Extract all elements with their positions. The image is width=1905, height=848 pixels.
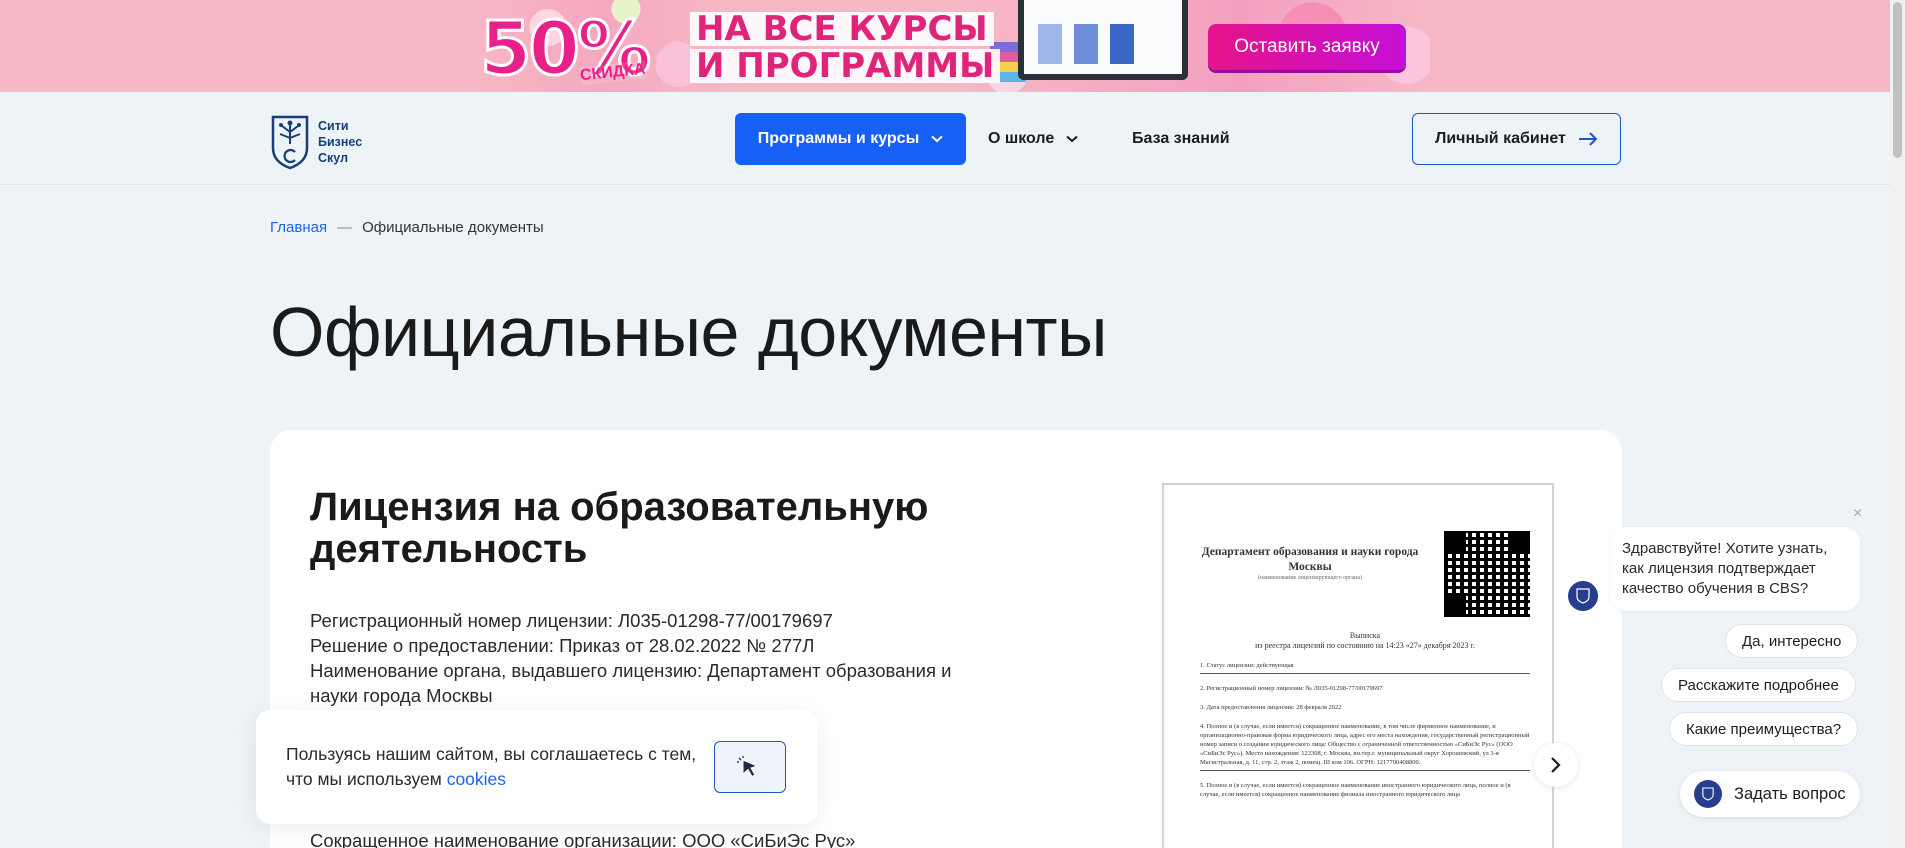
page-title: Официальные документы <box>270 293 1107 371</box>
chat-close-button[interactable]: × <box>1853 505 1862 523</box>
promo-line-1: НА ВСЕ КУРСЫ <box>690 12 994 46</box>
cookie-text: Пользуясь нашим сайтом, вы соглашаетесь … <box>286 744 697 789</box>
doc-item: 2. Регистрационный номер лицензии: № Л03… <box>1200 685 1383 692</box>
promo-cta-button[interactable]: Оставить заявку <box>1208 24 1406 70</box>
chevron-right-icon <box>1551 757 1561 773</box>
chat-greeting-bubble: Здравствуйте! Хотите узнать, как лицензи… <box>1610 527 1860 611</box>
chevron-down-icon <box>931 135 943 143</box>
cookie-notice: Пользуясь нашим сайтом, вы соглашаетесь … <box>256 710 818 824</box>
doc-subtitle: Выписка из реестра лицензий по состоянию… <box>1255 631 1475 650</box>
doc-rule <box>1200 673 1530 674</box>
site-header: Сити Бизнес Скул Программы и курсы О шко… <box>0 92 1890 185</box>
chat-bot-avatar <box>1568 581 1598 611</box>
license-document-preview[interactable]: Департамент образования и науки города М… <box>1162 483 1554 848</box>
breadcrumb: Главная — Официальные документы <box>270 219 544 236</box>
license-info-line: Решение о предоставлении: Приказ от 28.0… <box>310 635 815 656</box>
promo-banner[interactable]: 50% СКИДКА НА ВСЕ КУРСЫ И ПРОГРАММЫ Оста… <box>0 0 1890 92</box>
breadcrumb-current: Официальные документы <box>362 219 544 236</box>
nav-programs-button[interactable]: Программы и курсы <box>735 113 966 165</box>
doc-rule <box>1200 770 1530 771</box>
license-org-short-name: Сокращенное наименование организации: ОО… <box>310 830 856 848</box>
chat-logo-icon <box>1694 780 1722 808</box>
qr-code-image <box>1444 531 1530 617</box>
nav-school-link[interactable]: О школе <box>988 113 1078 165</box>
logo-text: Сити Бизнес Скул <box>318 119 363 165</box>
shield-icon <box>1576 588 1590 604</box>
chevron-down-icon <box>1066 135 1078 143</box>
doc-item: 5. Полное и (в случае, если имеется) сок… <box>1200 782 1511 798</box>
arrow-right-icon <box>1578 132 1598 146</box>
license-info-line: Наименование органа, выдавшего лицензию:… <box>310 660 952 706</box>
license-info-line: Регистрационный номер лицензии: Л035-012… <box>310 610 833 631</box>
promo-line-2: И ПРОГРАММЫ <box>690 49 1001 83</box>
promo-headline: НА ВСЕ КУРСЫ И ПРОГРАММЫ <box>690 12 1001 86</box>
nav-knowledge-link[interactable]: База знаний <box>1132 113 1230 165</box>
doc-heading-note: (наименование лицензирующего органа) <box>1257 575 1363 581</box>
chat-chip-yes[interactable]: Да, интересно <box>1725 624 1859 658</box>
chat-ask-question-button[interactable]: Задать вопрос <box>1680 771 1860 817</box>
page-scrollbar[interactable] <box>1890 0 1905 848</box>
cookies-link[interactable]: cookies <box>447 769 506 789</box>
promo-laptop-image <box>1018 0 1188 80</box>
doc-item: 4. Полное и (в случае, если имеется) сок… <box>1200 723 1530 766</box>
license-info: Регистрационный номер лицензии: Л035-012… <box>310 608 970 708</box>
logo-shield-icon <box>271 115 309 170</box>
doc-item: 3. Дата предоставления лицензии: 28 февр… <box>1200 704 1342 711</box>
license-title: Лицензия на образовательную деятельность <box>310 485 929 571</box>
chat-chip-benefits[interactable]: Какие преимущества? <box>1669 712 1859 746</box>
scrollbar-thumb[interactable] <box>1893 2 1902 158</box>
pointer-hand-icon <box>737 756 759 778</box>
carousel-next-button[interactable] <box>1534 743 1578 787</box>
breadcrumb-home-link[interactable]: Главная <box>270 219 327 236</box>
personal-cabinet-button[interactable]: Личный кабинет <box>1412 113 1621 165</box>
doc-item: 1. Статус лицензии: действующая <box>1200 662 1294 669</box>
doc-heading: Департамент образования и науки города М… <box>1201 546 1419 573</box>
chat-chip-more[interactable]: Расскажите подробнее <box>1661 668 1856 702</box>
cookie-accept-button[interactable] <box>714 741 786 793</box>
logo[interactable]: Сити Бизнес Скул <box>270 114 362 170</box>
breadcrumb-separator: — <box>337 219 353 236</box>
